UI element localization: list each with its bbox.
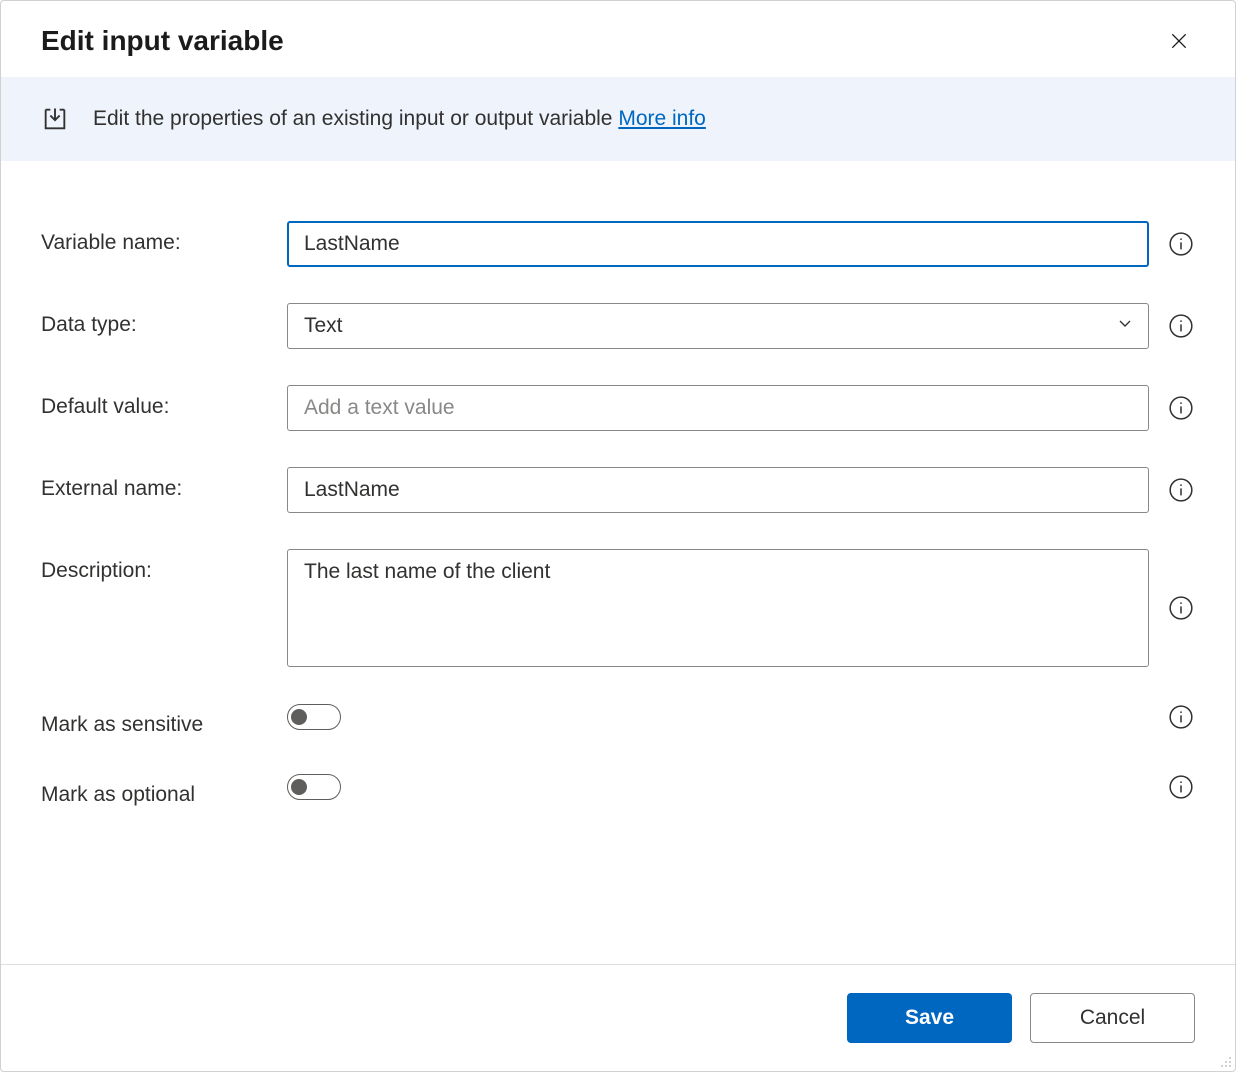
row-variable-name: Variable name: [41, 221, 1195, 267]
import-icon [41, 105, 69, 133]
banner-text: Edit the properties of an existing input… [93, 107, 618, 130]
close-button[interactable] [1163, 25, 1195, 57]
external-name-input[interactable] [287, 467, 1149, 513]
row-mark-optional: Mark as optional [41, 773, 1195, 807]
row-external-name: External name: [41, 467, 1195, 513]
default-value-input[interactable] [287, 385, 1149, 431]
dialog-header: Edit input variable [1, 1, 1235, 77]
form-area: Variable name: Data type: Text [1, 161, 1235, 964]
info-icon[interactable] [1167, 594, 1195, 622]
save-button[interactable]: Save [847, 993, 1012, 1043]
info-icon[interactable] [1167, 394, 1195, 422]
label-external-name: External name: [41, 467, 271, 501]
label-data-type: Data type: [41, 303, 271, 337]
cancel-button[interactable]: Cancel [1030, 993, 1195, 1043]
data-type-select[interactable]: Text [287, 303, 1149, 349]
info-icon[interactable] [1167, 312, 1195, 340]
dialog-title: Edit input variable [41, 25, 284, 57]
resize-grip-icon[interactable] [1216, 1052, 1232, 1068]
label-mark-sensitive: Mark as sensitive [41, 703, 271, 737]
label-variable-name: Variable name: [41, 221, 271, 255]
close-icon [1169, 31, 1189, 51]
row-data-type: Data type: Text [41, 303, 1195, 349]
row-default-value: Default value: [41, 385, 1195, 431]
info-banner: Edit the properties of an existing input… [1, 77, 1235, 161]
toggle-knob [291, 779, 307, 795]
row-mark-sensitive: Mark as sensitive [41, 703, 1195, 737]
info-icon[interactable] [1167, 230, 1195, 258]
info-icon[interactable] [1167, 476, 1195, 504]
dialog-footer: Save Cancel [1, 964, 1235, 1071]
banner-text-wrap: Edit the properties of an existing input… [93, 107, 706, 131]
info-icon[interactable] [1167, 773, 1195, 801]
label-description: Description: [41, 549, 271, 583]
toggle-knob [291, 709, 307, 725]
row-description: Description: [41, 549, 1195, 667]
edit-variable-dialog: Edit input variable Edit the properties … [0, 0, 1236, 1072]
label-mark-optional: Mark as optional [41, 773, 271, 807]
more-info-link[interactable]: More info [618, 107, 706, 130]
mark-optional-toggle[interactable] [287, 774, 341, 800]
label-default-value: Default value: [41, 385, 271, 419]
variable-name-input[interactable] [287, 221, 1149, 267]
description-input[interactable] [287, 549, 1149, 667]
mark-sensitive-toggle[interactable] [287, 704, 341, 730]
info-icon[interactable] [1167, 703, 1195, 731]
